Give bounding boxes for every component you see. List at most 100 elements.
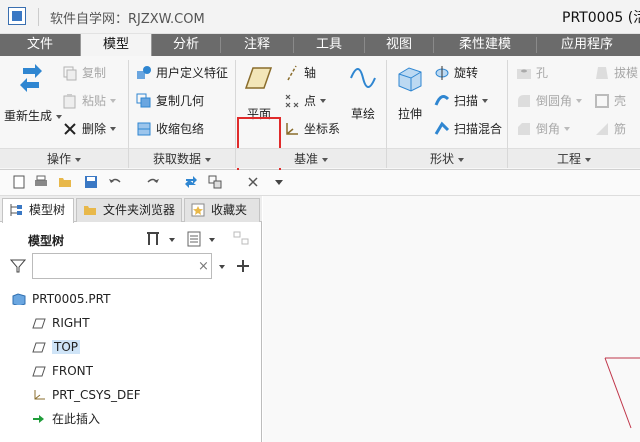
swept-blend-icon <box>434 121 450 137</box>
tree-item-label: PRT0005.PRT <box>32 292 111 306</box>
group-label-shapes[interactable]: 形状 <box>387 148 507 168</box>
group-label-engineering-text: 工程 <box>556 152 581 166</box>
delete-icon <box>62 121 78 137</box>
tree-columns-icon[interactable] <box>186 230 204 248</box>
tab-flexible-modeling[interactable]: 柔性建模 <box>434 34 536 56</box>
tab-favorites[interactable]: 收藏夹 <box>184 198 260 222</box>
revolve-label: 旋转 <box>454 66 479 80</box>
regenerate-label: 重新生成 <box>4 109 53 123</box>
sketch-label: 草绘 <box>350 107 375 121</box>
add-filter-icon[interactable] <box>236 259 250 273</box>
tree-item-front-plane[interactable]: FRONT <box>32 361 93 381</box>
udf-label: 用户定义特征 <box>156 66 229 80</box>
csys-button[interactable]: 坐标系 <box>284 120 340 137</box>
tree-item-right-plane[interactable]: RIGHT <box>32 313 90 333</box>
datum-axis-icon <box>284 65 300 81</box>
tab-model-tree[interactable]: 模型树 <box>2 198 74 223</box>
tree-item-csys[interactable]: PRT_CSYS_DEF <box>34 385 141 405</box>
regenerate-small-icon[interactable] <box>184 175 198 189</box>
sketch-button[interactable]: 草绘 <box>344 64 382 122</box>
app-icon[interactable] <box>8 7 26 25</box>
group-label-engineering[interactable]: 工程 <box>508 148 640 168</box>
folder-icon <box>84 206 96 215</box>
sweep-button[interactable]: 扫描 <box>434 92 489 109</box>
draft-button[interactable]: 拔模 <box>594 64 638 81</box>
swept-blend-label: 扫描混合 <box>454 122 503 136</box>
tree-item-label: PRT_CSYS_DEF <box>52 388 141 402</box>
group-label-operations[interactable]: 操作 <box>0 148 128 168</box>
part-icon <box>12 293 26 305</box>
save-icon[interactable] <box>84 175 98 189</box>
model-tree-icon <box>10 204 22 216</box>
customize-toolbar-icon[interactable] <box>272 175 286 189</box>
filter-icon <box>10 259 26 273</box>
revolve-button[interactable]: 旋转 <box>434 64 478 81</box>
rib-button[interactable]: 筋 <box>594 120 626 137</box>
datum-plane-icon <box>244 67 273 89</box>
tree-columns-dropdown-icon[interactable] <box>208 236 216 244</box>
chamfer-button[interactable]: 倒角 <box>516 120 571 137</box>
coordinate-system-icon <box>34 390 45 400</box>
tab-model[interactable]: 模型 <box>80 34 152 56</box>
delete-button[interactable]: 删除 <box>62 120 117 137</box>
extrude-button[interactable]: 拉伸 <box>390 64 430 122</box>
print-icon[interactable] <box>34 175 48 189</box>
coordinate-system-icon <box>284 121 300 137</box>
clear-filter-icon[interactable]: × <box>198 259 209 274</box>
tab-tools[interactable]: 工具 <box>294 34 364 56</box>
copy-button[interactable]: 复制 <box>62 64 106 81</box>
copy-geometry-button[interactable]: 复制几何 <box>136 92 204 109</box>
tab-folder-browser[interactable]: 文件夹浏览器 <box>76 198 182 222</box>
plane-button[interactable]: 平面 <box>240 64 278 122</box>
regenerate-button[interactable]: 重新生成 <box>4 62 63 124</box>
group-label-operations-text: 操作 <box>46 152 71 166</box>
round-button[interactable]: 倒圆角 <box>516 92 583 109</box>
filter-dropdown-icon[interactable] <box>218 263 226 271</box>
copy-geometry-label: 复制几何 <box>156 94 205 108</box>
redo-icon[interactable] <box>146 175 160 189</box>
tree-settings-icon[interactable] <box>144 230 164 248</box>
insert-arrow-icon <box>33 415 44 423</box>
tree-item-part[interactable]: PRT0005.PRT <box>12 289 111 309</box>
tab-annotate[interactable]: 注释 <box>221 34 293 56</box>
point-button[interactable]: 点 <box>284 92 327 109</box>
tree-item-label: FRONT <box>52 364 93 378</box>
undo-icon[interactable] <box>108 175 122 189</box>
draft-icon <box>594 65 610 81</box>
open-folder-icon[interactable] <box>58 175 72 189</box>
swept-blend-button[interactable]: 扫描混合 <box>434 120 502 137</box>
windows-icon[interactable] <box>208 175 222 189</box>
window-title: PRT0005 (活动 <box>562 10 640 26</box>
copy-label: 复制 <box>82 66 107 80</box>
tab-file[interactable]: 文件 <box>0 34 80 56</box>
rib-icon <box>594 121 610 137</box>
datum-plane-icon <box>32 318 46 329</box>
close-window-icon[interactable] <box>246 175 260 189</box>
paste-button[interactable]: 粘贴 <box>62 92 117 109</box>
shrinkwrap-button[interactable]: 收缩包络 <box>136 120 204 137</box>
tree-item-insert-here[interactable]: 在此插入 <box>33 409 100 429</box>
group-label-datum[interactable]: 基准 <box>236 148 386 168</box>
tree-filter-options-icon[interactable] <box>232 230 252 248</box>
delete-label: 删除 <box>82 122 107 136</box>
tree-item-top-plane[interactable]: TOP <box>32 337 81 357</box>
paste-label: 粘贴 <box>82 94 107 108</box>
tree-filter-input[interactable] <box>32 253 212 279</box>
group-label-get-data[interactable]: 获取数据 <box>129 148 235 168</box>
graphics-window[interactable] <box>263 196 640 442</box>
axis-button[interactable]: 轴 <box>284 64 316 81</box>
hole-button[interactable]: 孔 <box>516 64 548 81</box>
navigator-tabs: 模型树 文件夹浏览器 收藏夹 <box>0 196 262 223</box>
group-label-shapes-text: 形状 <box>429 152 454 166</box>
rib-label: 筋 <box>614 122 627 136</box>
udf-button[interactable]: 用户定义特征 <box>136 64 228 81</box>
tab-view[interactable]: 视图 <box>365 34 433 56</box>
udf-icon <box>136 65 152 81</box>
shell-button[interactable]: 壳 <box>594 92 626 109</box>
round-label: 倒圆角 <box>536 94 573 108</box>
new-file-icon[interactable] <box>12 175 26 189</box>
tab-applications[interactable]: 应用程序 <box>537 34 637 56</box>
tab-analysis[interactable]: 分析 <box>152 34 220 56</box>
chamfer-icon <box>516 121 532 137</box>
tree-settings-dropdown-icon[interactable] <box>168 236 176 244</box>
